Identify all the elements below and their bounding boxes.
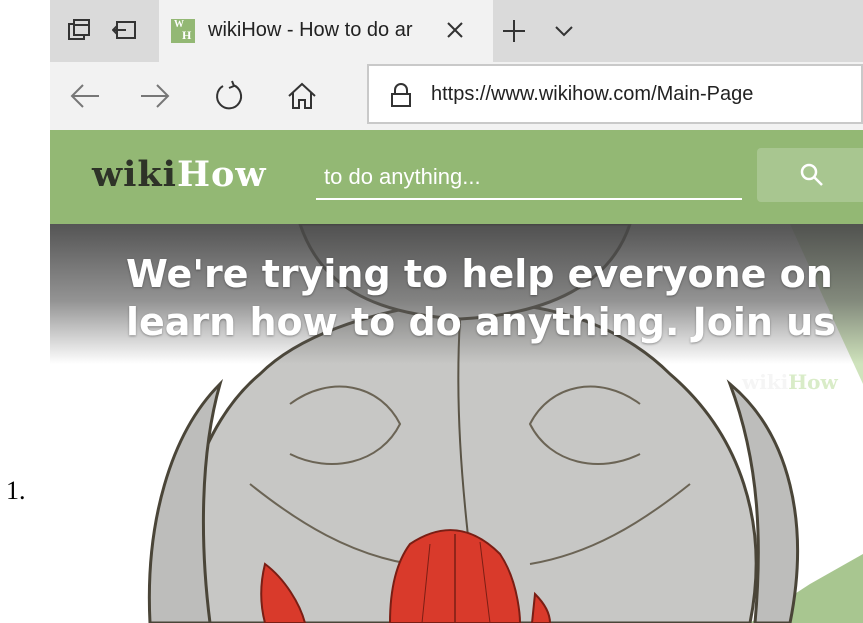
back-arrow-icon[interactable]: [68, 79, 102, 113]
lock-icon: [391, 83, 411, 107]
plus-icon[interactable]: [501, 18, 527, 44]
wikihow-favicon-icon: W H: [171, 19, 195, 43]
search-underline: [316, 198, 742, 200]
site-header: wikiHow: [50, 130, 863, 224]
tab-title: wikiHow - How to do ar: [208, 19, 413, 41]
refresh-icon[interactable]: [212, 79, 246, 113]
hero-heading: We're trying to help everyone on learn h…: [126, 250, 863, 346]
list-marker: 1.: [6, 476, 26, 505]
favicon-letter-h: H: [182, 28, 192, 42]
address-bar[interactable]: https://www.wikihow.com/Main-Page: [367, 64, 863, 124]
search-icon: [800, 163, 823, 186]
watermark-wiki-text: wiki: [742, 370, 789, 394]
watermark-how-text: How: [788, 370, 838, 394]
browser-screenshot: W H wikiHow - How to do ar https://www.w…: [50, 0, 863, 623]
forward-arrow-icon[interactable]: [138, 79, 172, 113]
wikihow-logo[interactable]: wikiHow: [92, 154, 267, 195]
logo-how-text: How: [176, 154, 267, 195]
chevron-down-icon[interactable]: [553, 20, 575, 42]
logo-wiki-text: wiki: [92, 154, 177, 195]
search-button[interactable]: [757, 148, 863, 202]
url-text[interactable]: https://www.wikihow.com/Main-Page: [431, 83, 753, 106]
hero-banner: We're trying to help everyone on learn h…: [50, 224, 863, 623]
home-icon[interactable]: [285, 79, 319, 113]
tab-actions-icon[interactable]: [66, 18, 92, 44]
hero-line-2: learn how to do anything. Join us: [126, 300, 836, 344]
search-input[interactable]: [324, 160, 734, 194]
wikihow-watermark: wikiHow: [742, 370, 838, 394]
close-icon[interactable]: [443, 18, 467, 42]
active-tab[interactable]: W H wikiHow - How to do ar: [159, 0, 493, 62]
navigation-bar: https://www.wikihow.com/Main-Page: [50, 62, 863, 130]
tab-strip: W H wikiHow - How to do ar: [50, 0, 863, 62]
hero-line-1: We're trying to help everyone on: [126, 252, 833, 296]
set-aside-tabs-icon[interactable]: [112, 18, 138, 44]
